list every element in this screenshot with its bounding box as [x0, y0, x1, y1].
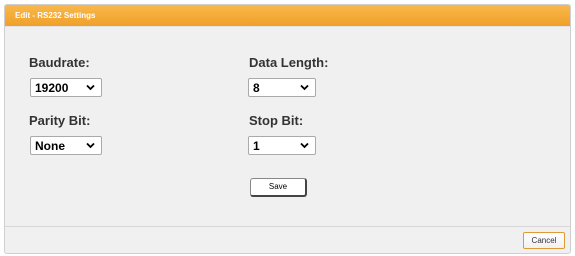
dialog-title: Edit - RS232 Settings [5, 5, 570, 26]
chevron-down-icon [300, 84, 309, 91]
chevron-down-icon [86, 142, 95, 149]
stop-bit-label: Stop Bit: [249, 113, 304, 128]
parity-bit-select[interactable]: None [30, 136, 102, 155]
data-length-label: Data Length: [249, 55, 329, 70]
parity-bit-label: Parity Bit: [29, 113, 91, 128]
data-length-select[interactable]: 8 [248, 78, 316, 97]
stop-bit-select[interactable]: 1 [248, 136, 316, 155]
cancel-button[interactable]: Cancel [523, 232, 565, 249]
footer-divider [5, 226, 570, 227]
stop-bit-value: 1 [253, 139, 260, 153]
chevron-down-icon [86, 84, 95, 91]
save-button[interactable]: Save [250, 178, 307, 197]
baudrate-select[interactable]: 19200 [30, 78, 102, 97]
baudrate-value: 19200 [35, 81, 69, 95]
title-divider [5, 26, 570, 27]
rs232-settings-dialog: Edit - RS232 Settings Baudrate: 19200 Da… [4, 4, 571, 254]
chevron-down-icon [300, 142, 309, 149]
data-length-value: 8 [253, 81, 260, 95]
baudrate-label: Baudrate: [29, 55, 90, 70]
parity-bit-value: None [35, 139, 65, 153]
